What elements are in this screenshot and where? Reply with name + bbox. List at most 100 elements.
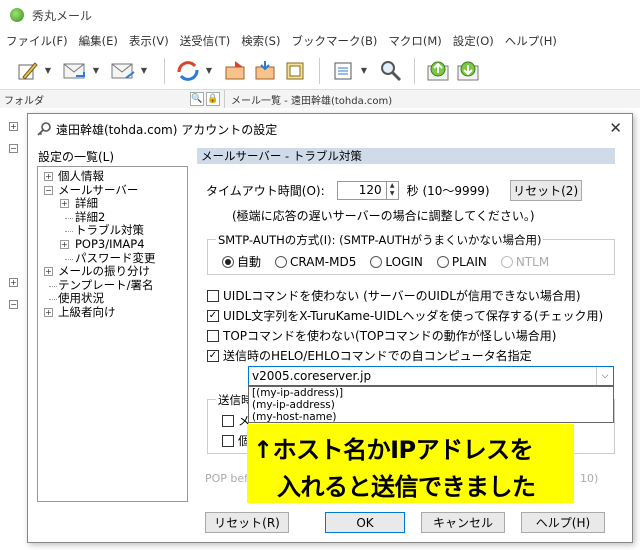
pop-before-label: POP bef	[205, 472, 249, 485]
pop-before-suffix: 10)	[580, 472, 599, 485]
radio-auto[interactable]: 自動	[222, 253, 261, 270]
timeout-spinner[interactable]: ▲ ▼	[386, 181, 399, 200]
expand-icon[interactable]: +	[9, 122, 18, 131]
timeout-row: タイムアウト時間(O): 120 ▲ ▼ 秒 (10〜9999) リセット(2)	[206, 180, 582, 201]
hostname-option[interactable]: [(my-ip-address)]	[249, 387, 613, 399]
tree-item-personal[interactable]: + 個人情報	[38, 169, 187, 184]
menu-bar: ファイル(F) 編集(E) 表示(V) 送受信(T) 検索(S) ブックマーク(…	[0, 30, 640, 52]
menu-send-receive[interactable]: 送受信(T)	[180, 33, 231, 49]
menu-bookmark[interactable]: ブックマーク(B)	[291, 33, 377, 49]
close-icon[interactable]: ✕	[609, 119, 622, 137]
expand-icon[interactable]: +	[44, 267, 53, 277]
radio-login[interactable]: LOGIN	[370, 255, 423, 269]
smtp-auth-group: SMTP-AUTHの方式(I): (SMTP-AUTHがうまくいかない場合用) …	[207, 232, 615, 275]
move-down-icon[interactable]	[453, 56, 483, 86]
folder-pane-header: フォルダ 🔍 🔒	[0, 90, 225, 108]
forward-icon[interactable]	[108, 56, 138, 86]
check-no-top[interactable]: TOPコマンドを使わない(TOPコマンドの動作が怪しい場合用)	[207, 327, 556, 344]
expand-icon[interactable]: +	[9, 278, 18, 287]
key-icon	[37, 122, 51, 136]
checkbox[interactable]	[207, 329, 219, 342]
check-helo-name[interactable]: ✓ 送信時のHELO/EHLOコマンドでの自コンピュータ名指定	[207, 347, 532, 364]
menu-macro[interactable]: マクロ(M)	[388, 33, 441, 49]
reply-dropdown-arrow[interactable]: ▼	[90, 66, 102, 75]
check-uidl-header[interactable]: ✓ UIDL文字列をX-TuruKame-UIDLヘッダを使って保存する(チェッ…	[207, 307, 603, 324]
collapse-icon[interactable]: −	[9, 300, 18, 309]
dialog-title: 遠田幹雄(tohda.com) アカウントの設定	[56, 122, 278, 137]
settings-tree[interactable]: + 個人情報 − メールサーバー + 詳細 詳細2 トラブル対策 + POP3/…	[37, 166, 188, 502]
tree-item-pop3-imap4[interactable]: + POP3/IMAP4	[38, 237, 187, 252]
timeout-unit: 秒 (10〜9999)	[406, 184, 490, 198]
mail-list-label: メール一覧 - 遠田幹雄(tohda.com)	[231, 95, 393, 107]
collapse-icon[interactable]: −	[9, 144, 18, 153]
chevron-down-icon[interactable]: ⌵	[596, 367, 613, 385]
folder-lock-icon[interactable]: 🔒	[206, 92, 220, 106]
filter-list-icon[interactable]	[328, 56, 358, 86]
radio-plain[interactable]: PLAIN	[436, 255, 487, 269]
cancel-button[interactable]: キャンセル	[421, 512, 505, 533]
timeout-label: タイムアウト時間(O):	[206, 184, 325, 198]
app-title-bar: 秀丸メール	[0, 0, 640, 30]
checkbox-checked[interactable]: ✓	[207, 309, 219, 322]
callout-line1: ↑ホスト名かIPアドレスを	[253, 436, 534, 464]
reply-icon[interactable]	[60, 56, 90, 86]
search-icon[interactable]	[376, 56, 406, 86]
ok-button[interactable]: OK	[325, 512, 405, 533]
check-no-uidl[interactable]: UIDLコマンドを使わない (サーバーのUIDLが信用できない場合用)	[207, 287, 581, 304]
tree-item-detail2[interactable]: 詳細2	[38, 210, 187, 225]
expand-icon[interactable]: +	[60, 239, 69, 249]
tree-item-password[interactable]: パスワード変更	[38, 251, 187, 266]
hostname-value[interactable]: v2005.coreserver.jp	[252, 369, 371, 383]
radio-cram-md5[interactable]: CRAM-MD5	[275, 255, 356, 269]
help-button[interactable]: ヘルプ(H)	[521, 512, 605, 533]
smtp-auth-options: 自動 CRAM-MD5 LOGIN PLAIN NTLM	[222, 253, 549, 270]
hidemaru-mail-icon	[10, 8, 24, 22]
folder-search-icon[interactable]: 🔍	[190, 92, 204, 106]
reset-button[interactable]: リセット(R)	[205, 512, 289, 533]
receive-icon[interactable]	[251, 56, 281, 86]
hostname-option[interactable]: (my-ip-address)	[249, 399, 613, 411]
app-title: 秀丸メール	[32, 8, 93, 23]
send-icon[interactable]	[221, 56, 251, 86]
forward-dropdown-arrow[interactable]: ▼	[138, 66, 150, 75]
send-receive-icon[interactable]	[173, 56, 203, 86]
toolbar-separator	[319, 57, 320, 84]
tree-item-mail-server[interactable]: − メールサーバー	[38, 183, 187, 198]
toolbar: ▼ ▼ ▼ ▼ ▼	[0, 52, 640, 90]
menu-search[interactable]: 検索(S)	[241, 33, 280, 49]
send-receive-dropdown-arrow[interactable]: ▼	[203, 66, 215, 75]
hostname-dropdown[interactable]: [(my-ip-address)] (my-ip-address) (my-ho…	[248, 386, 614, 423]
checkbox[interactable]	[207, 289, 219, 302]
tree-item-template[interactable]: テンプレート/署名	[38, 278, 187, 293]
expand-icon[interactable]: +	[44, 307, 53, 317]
timeout-reset-button[interactable]: リセット(2)	[509, 180, 582, 201]
compose-icon[interactable]	[12, 56, 42, 86]
move-up-icon[interactable]	[423, 56, 453, 86]
expand-icon[interactable]: +	[44, 172, 53, 181]
hostname-combo[interactable]: v2005.coreserver.jp ⌵	[248, 366, 614, 386]
filter-dropdown-arrow[interactable]: ▼	[358, 66, 370, 75]
menu-file[interactable]: ファイル(F)	[6, 33, 68, 49]
tree-item-usage[interactable]: 使用状況	[38, 292, 187, 306]
folder-pane-label: フォルダ	[4, 95, 44, 107]
expand-icon[interactable]: +	[60, 199, 69, 209]
smtp-auth-label: SMTP-AUTHの方式(I): (SMTP-AUTHがうまくいかない場合用)	[216, 232, 544, 248]
menu-edit[interactable]: 編集(E)	[79, 33, 118, 49]
checkbox-checked[interactable]: ✓	[207, 349, 219, 362]
menu-settings[interactable]: 設定(O)	[453, 33, 494, 49]
folder-tree-strip: + − + −	[0, 108, 28, 550]
address-book-icon[interactable]	[281, 56, 311, 86]
callout-line2: 入れると送信できました	[277, 473, 536, 501]
tree-item-detail[interactable]: + 詳細	[38, 197, 187, 211]
collapse-icon[interactable]: −	[44, 185, 53, 195]
compose-dropdown-arrow[interactable]: ▼	[42, 66, 54, 75]
menu-help[interactable]: ヘルプ(H)	[505, 33, 557, 49]
tree-item-filter[interactable]: + メールの振り分け	[38, 265, 187, 279]
hostname-option[interactable]: (my-host-name)	[249, 411, 613, 423]
timeout-input[interactable]: 120	[336, 181, 387, 200]
menu-view[interactable]: 表示(V)	[129, 33, 169, 49]
tree-item-trouble[interactable]: トラブル対策	[38, 224, 187, 238]
panel-header: メールサーバー - トラブル対策	[197, 148, 615, 164]
toolbar-separator	[164, 57, 165, 84]
tree-item-advanced[interactable]: + 上級者向け	[38, 305, 187, 320]
